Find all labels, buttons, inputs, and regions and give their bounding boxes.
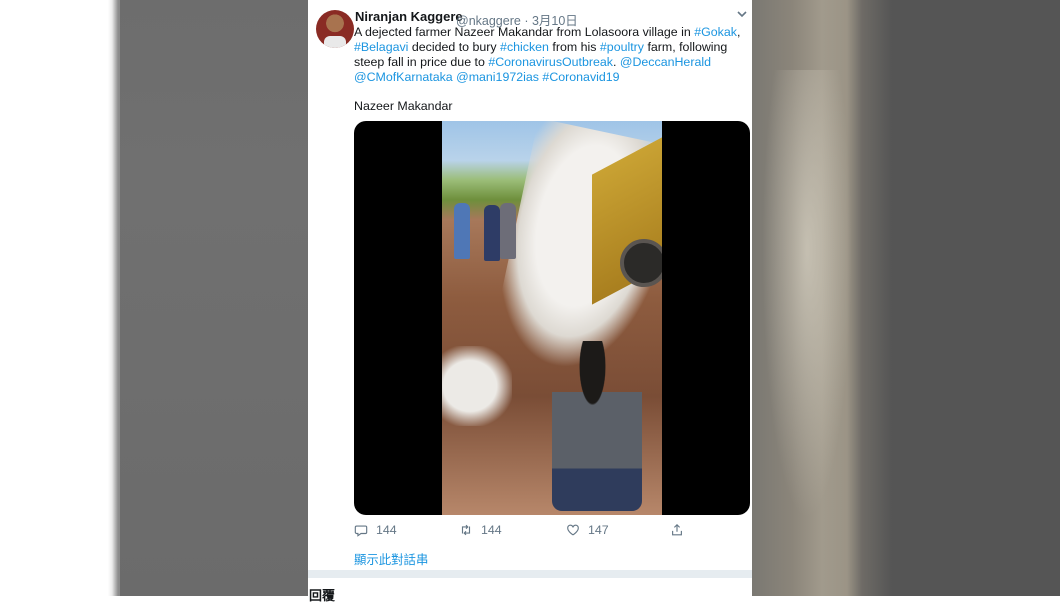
chicken-pile-left bbox=[442, 346, 512, 426]
mention-link[interactable]: @CMofKarnataka bbox=[354, 70, 453, 84]
hashtag-link[interactable]: #chicken bbox=[500, 40, 549, 54]
tweet-text-line: #Belagavi decided to bury #chicken from … bbox=[354, 40, 746, 55]
tweet-actions: 144 144 147 bbox=[354, 523, 744, 541]
hashtag-link[interactable]: #Coronavid19 bbox=[542, 70, 619, 84]
person-figure bbox=[500, 203, 516, 259]
tweet-text-segment: farm, following bbox=[644, 40, 728, 54]
mention-link[interactable]: @mani1972ias bbox=[456, 70, 539, 84]
hashtag-link[interactable]: #Gokak bbox=[694, 25, 737, 39]
tweet-subline: Nazeer Makandar bbox=[354, 99, 453, 113]
truck-wheel bbox=[620, 239, 662, 287]
avatar-shirt bbox=[324, 36, 346, 48]
chevron-down-icon[interactable] bbox=[736, 8, 748, 20]
tweet-video[interactable] bbox=[354, 121, 750, 515]
show-thread-link[interactable]: 顯示此對話串 bbox=[354, 550, 428, 568]
heart-icon bbox=[567, 524, 579, 536]
right-blurred-glow bbox=[762, 70, 852, 520]
tweet-text-line: steep fall in price due to #CoronavirusO… bbox=[354, 55, 746, 70]
retweet-button[interactable]: 144 bbox=[459, 523, 502, 537]
mention-link[interactable]: @DeccanHerald bbox=[620, 55, 711, 69]
avatar[interactable] bbox=[316, 10, 354, 48]
share-button[interactable] bbox=[670, 523, 684, 537]
person-figure bbox=[454, 203, 470, 259]
hashtag-link[interactable]: #Belagavi bbox=[354, 40, 408, 54]
hashtag-link[interactable]: #poultry bbox=[600, 40, 644, 54]
reply-button[interactable]: 144 bbox=[354, 523, 397, 537]
replies-header: 回覆 bbox=[309, 588, 336, 603]
share-icon bbox=[672, 523, 682, 536]
tweet-text-segment: . bbox=[613, 55, 620, 69]
tweet-text-segment: steep fall in price due to bbox=[354, 55, 489, 69]
left-blurred-panel bbox=[120, 0, 308, 596]
retweet-count: 144 bbox=[481, 523, 502, 537]
tweet-text-segment: from his bbox=[548, 40, 600, 54]
tweet-card: Niranjan Kaggere @nkaggere · 3月10日 A dej… bbox=[308, 0, 752, 596]
tweet-text-line: @CMofKarnataka @mani1972ias #Coronavid19 bbox=[354, 70, 746, 85]
tweet-text-line: A dejected farmer Nazeer Makandar from L… bbox=[354, 25, 746, 40]
like-button[interactable]: 147 bbox=[566, 523, 609, 537]
video-frame bbox=[442, 121, 662, 515]
retweet-icon bbox=[461, 524, 471, 536]
section-divider bbox=[308, 570, 752, 578]
tweet-text-segment: decided to bury bbox=[408, 40, 501, 54]
hashtag-link[interactable]: #CoronavirusOutbreak bbox=[488, 55, 613, 69]
tweet-text: A dejected farmer Nazeer Makandar from L… bbox=[354, 25, 746, 85]
reply-count: 144 bbox=[376, 523, 397, 537]
person-figure bbox=[484, 205, 500, 261]
boy-figure bbox=[552, 341, 642, 511]
tweet-text-segment: A dejected farmer Nazeer Makandar from L… bbox=[354, 25, 695, 39]
like-count: 147 bbox=[588, 523, 609, 537]
author-name[interactable]: Niranjan Kaggere bbox=[355, 9, 463, 24]
tweet-text-segment: , bbox=[736, 25, 741, 39]
reply-icon bbox=[354, 525, 368, 537]
